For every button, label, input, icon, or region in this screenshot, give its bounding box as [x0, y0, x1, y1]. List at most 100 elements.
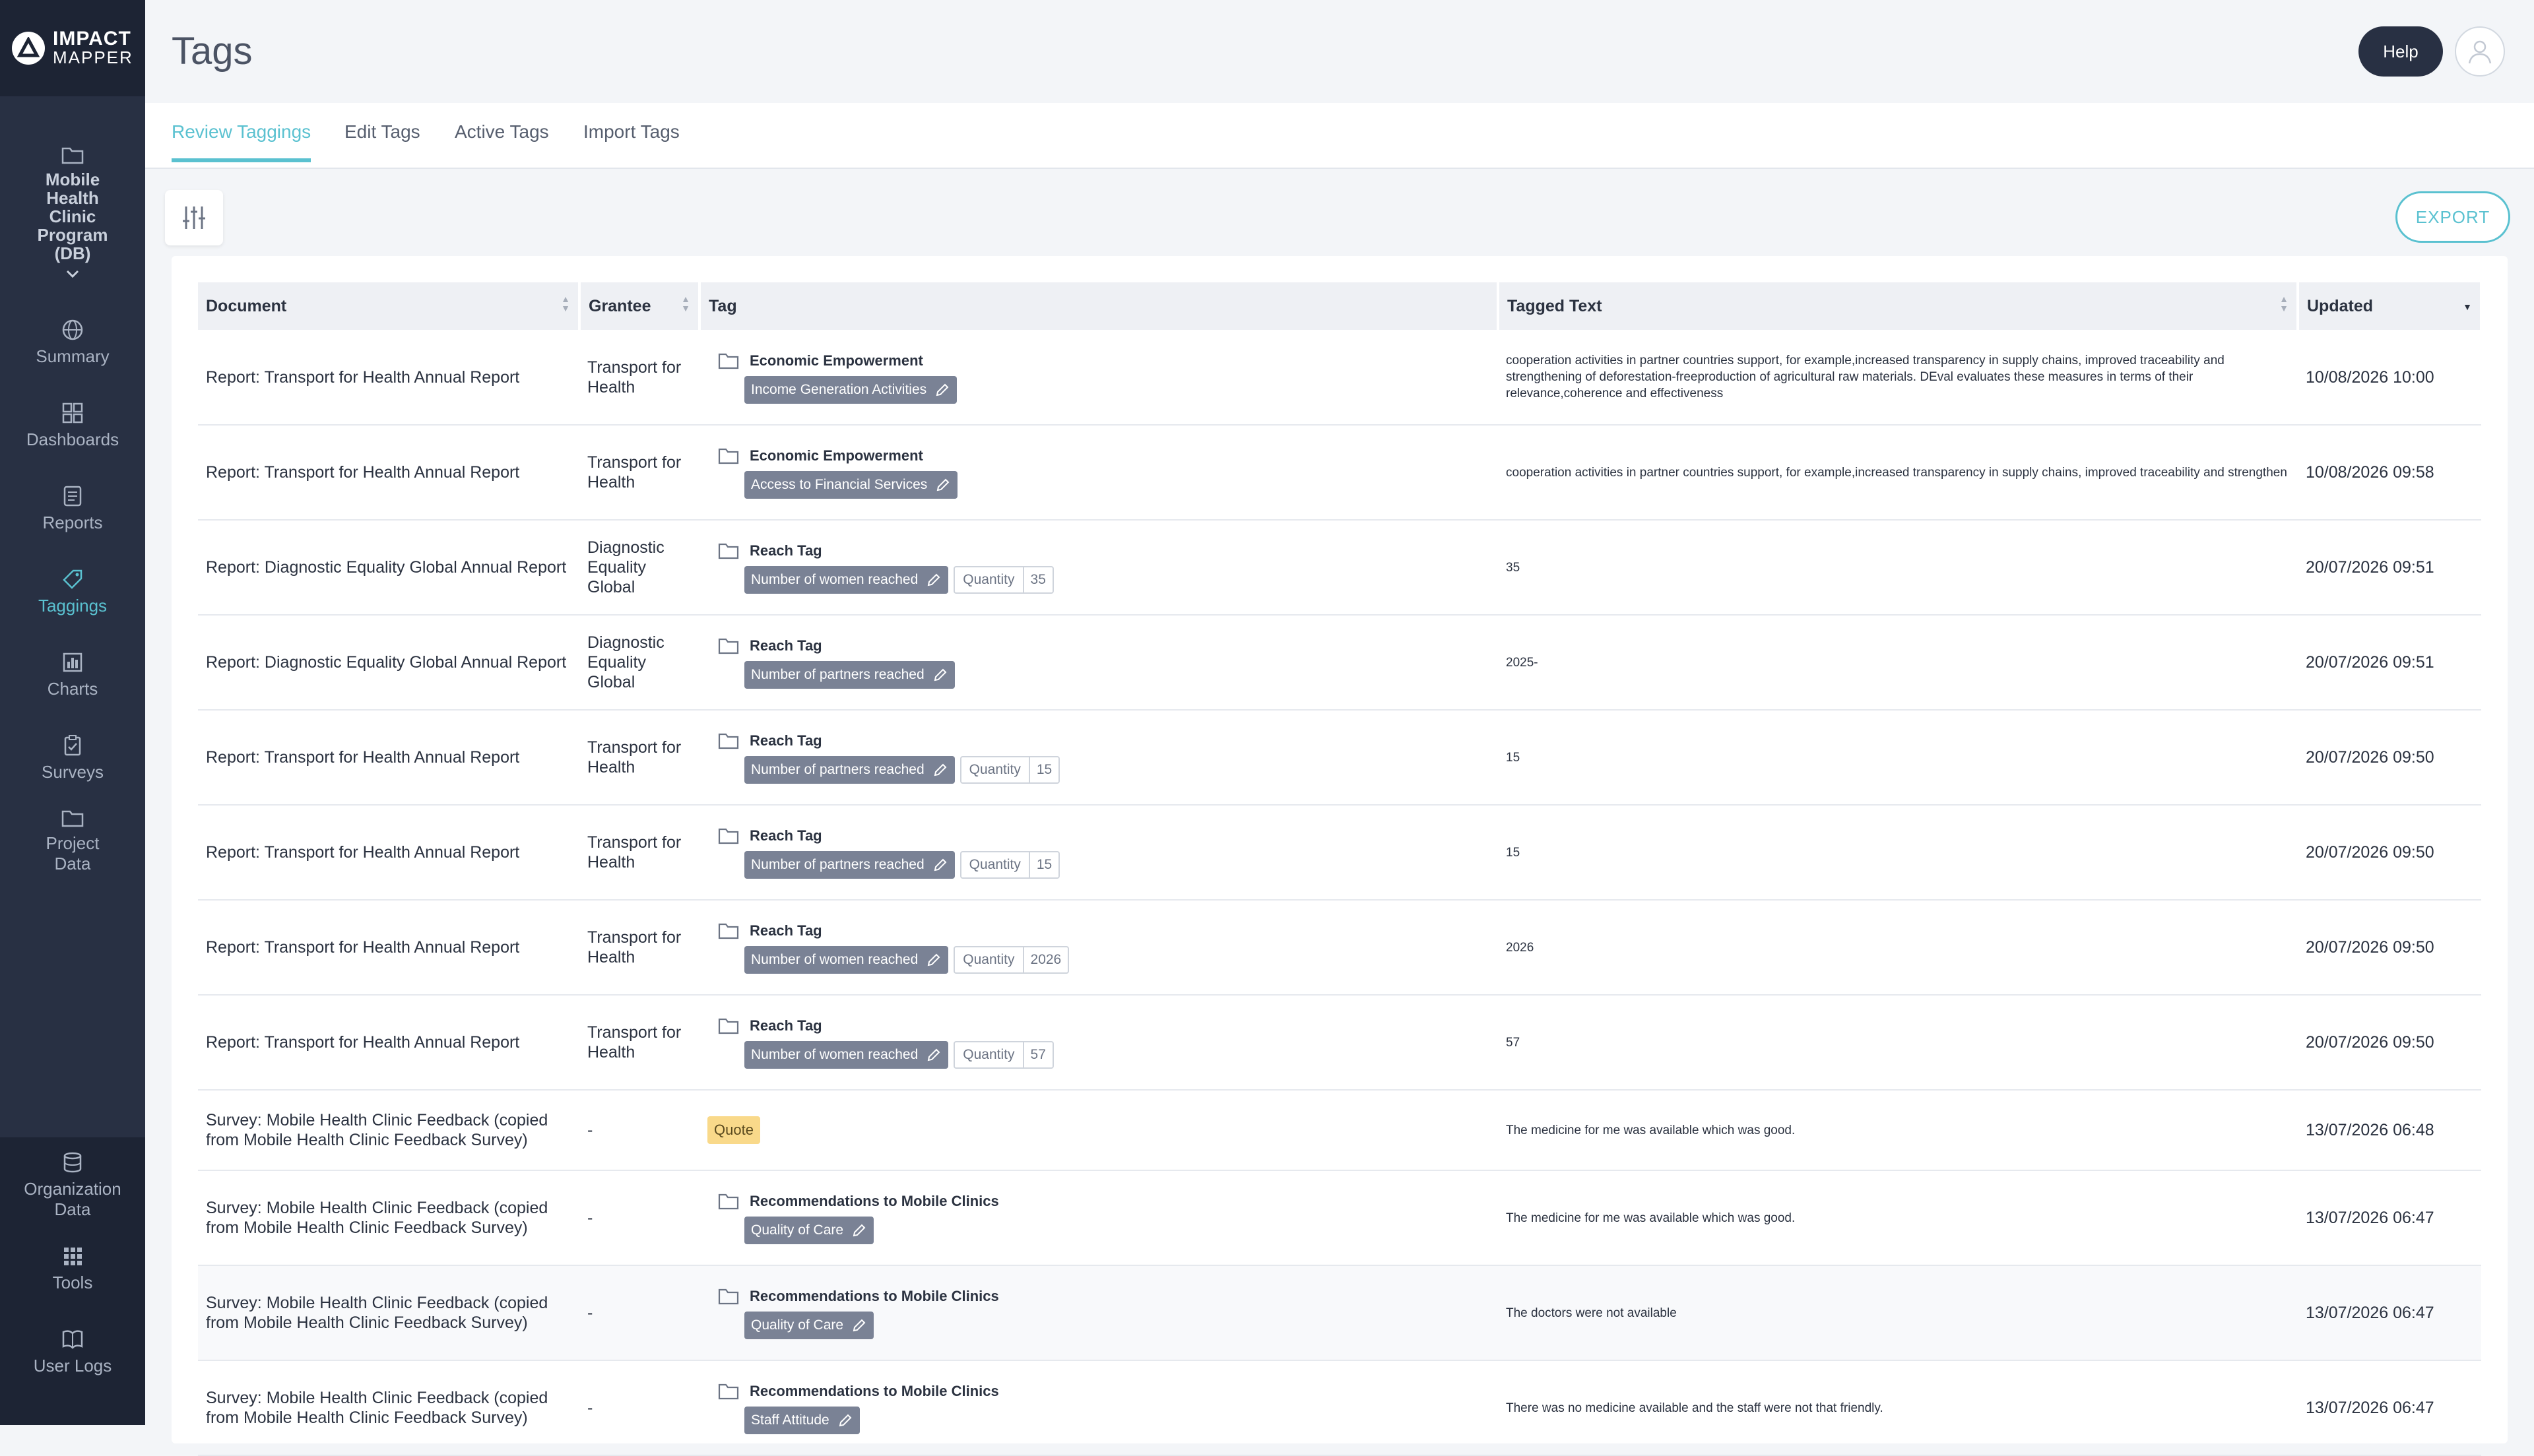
tag-chip[interactable]: Number of women reached: [744, 1041, 949, 1069]
folder-icon: [718, 733, 739, 749]
table-row[interactable]: Survey: Mobile Health Clinic Feedback (c…: [198, 1265, 2481, 1361]
cell-updated: 10/08/2026 09:58: [2298, 425, 2481, 521]
sidebar-item-label: Reports: [42, 512, 103, 532]
export-button[interactable]: EXPORT: [2395, 191, 2510, 243]
pencil-icon[interactable]: [934, 382, 950, 398]
table-row[interactable]: Survey: Mobile Health Clinic Feedback (c…: [198, 1360, 2481, 1456]
avatar[interactable]: [2455, 26, 2505, 77]
cell-tagged-text: The medicine for me was available which …: [1498, 1170, 2298, 1266]
cell-document[interactable]: Survey: Mobile Health Clinic Feedback (c…: [198, 1170, 579, 1266]
table-row[interactable]: Survey: Mobile Health Clinic Feedback (c…: [198, 1090, 2481, 1171]
tab-active-tags[interactable]: Active Tags: [455, 121, 549, 158]
folder-icon: [61, 147, 84, 164]
sidebar-item-reports[interactable]: Reports: [0, 467, 145, 550]
cell-document[interactable]: Survey: Mobile Health Clinic Feedback (c…: [198, 1360, 579, 1456]
table-row[interactable]: Report: Transport for Health Annual Repo…: [198, 330, 2481, 426]
cell-document[interactable]: Survey: Mobile Health Clinic Feedback (c…: [198, 1090, 579, 1171]
sidebar-item-tools[interactable]: Tools: [0, 1227, 145, 1310]
sidebar-item-summary[interactable]: Summary: [0, 301, 145, 384]
pencil-icon[interactable]: [837, 1412, 853, 1428]
column-header-updated[interactable]: Updated ▼: [2298, 282, 2483, 330]
sidebar-item-dashboards[interactable]: Dashboards: [0, 384, 145, 467]
table-row[interactable]: Report: Transport for Health Annual Repo…: [198, 900, 2481, 996]
pencil-icon[interactable]: [932, 762, 948, 778]
cell-grantee: -: [579, 1170, 699, 1266]
cell-document[interactable]: Report: Transport for Health Annual Repo…: [198, 900, 579, 996]
folder-icon: [718, 1288, 739, 1305]
folder-icon: [718, 448, 739, 464]
folder-icon: [718, 923, 739, 939]
folder-icon: [61, 810, 84, 827]
tag-chip[interactable]: Quality of Care: [744, 1217, 874, 1244]
tab-review-taggings[interactable]: Review Taggings: [172, 121, 311, 162]
table-row[interactable]: Report: Diagnostic Equality Global Annua…: [198, 615, 2481, 711]
table-row[interactable]: Report: Transport for Health Annual Repo…: [198, 425, 2481, 521]
globe-icon: [62, 319, 83, 340]
pencil-icon[interactable]: [851, 1317, 867, 1333]
sidebar-item-project-data[interactable]: Project Data: [0, 800, 145, 883]
pencil-icon[interactable]: [932, 857, 948, 873]
tag-chip[interactable]: Number of women reached: [744, 566, 949, 594]
tag-chip[interactable]: Access to Financial Services: [744, 471, 958, 499]
tag-group-name: Reach Tag: [750, 827, 822, 844]
filter-button[interactable]: [165, 190, 223, 245]
sidebar-item-surveys[interactable]: Surveys: [0, 716, 145, 800]
tag-chip[interactable]: Number of women reached: [744, 946, 949, 974]
cell-document[interactable]: Report: Transport for Health Annual Repo…: [198, 995, 579, 1091]
tag-chip[interactable]: Staff Attitude: [744, 1407, 860, 1434]
cell-document[interactable]: Report: Transport for Health Annual Repo…: [198, 330, 579, 426]
table-row[interactable]: Survey: Mobile Health Clinic Feedback (c…: [198, 1170, 2481, 1266]
quantity-value: 35: [1022, 567, 1053, 592]
tag-chip[interactable]: Number of partners reached: [744, 851, 955, 879]
tag-group: Reach Tag: [718, 1016, 1490, 1036]
column-header-tagged-text[interactable]: Tagged Text ▲ ▼: [1498, 282, 2299, 330]
taggings-table: Document ▲ ▼ Grantee ▲ ▼ Tag Tagged Text ▲ ▼ U…: [198, 282, 2483, 1456]
column-header-document[interactable]: Document ▲ ▼: [198, 282, 581, 330]
cell-grantee: Diagnostic Equality Global: [579, 520, 699, 616]
pencil-icon[interactable]: [851, 1222, 867, 1238]
table-row[interactable]: Report: Transport for Health Annual Repo…: [198, 710, 2481, 806]
cell-document[interactable]: Report: Transport for Health Annual Repo…: [198, 425, 579, 521]
pencil-icon[interactable]: [932, 667, 948, 683]
sidebar-item-charts[interactable]: Charts: [0, 633, 145, 716]
tag-group-name: Reach Tag: [750, 542, 822, 559]
column-header-grantee[interactable]: Grantee ▲ ▼: [579, 282, 701, 330]
logo[interactable]: IMPACT MAPPER: [0, 0, 145, 96]
cell-document[interactable]: Report: Transport for Health Annual Repo…: [198, 710, 579, 806]
cell-updated: 20/07/2026 09:50: [2298, 900, 2481, 996]
table-row[interactable]: Report: Diagnostic Equality Global Annua…: [198, 520, 2481, 616]
tag-chip[interactable]: Number of partners reached: [744, 756, 955, 784]
pencil-icon[interactable]: [926, 1047, 942, 1063]
quote-badge[interactable]: Quote: [707, 1116, 760, 1144]
pencil-icon[interactable]: [935, 477, 951, 493]
tab-edit-tags[interactable]: Edit Tags: [344, 121, 420, 158]
tag-chip[interactable]: Number of partners reached: [744, 661, 955, 689]
cell-document[interactable]: Report: Diagnostic Equality Global Annua…: [198, 520, 579, 616]
sidebar-item-organization-data[interactable]: Organization Data: [0, 1144, 145, 1227]
sidebar-item-user-logs[interactable]: User Logs: [0, 1310, 145, 1393]
tag-chip[interactable]: Income Generation Activities: [744, 375, 958, 404]
pencil-icon[interactable]: [926, 572, 942, 588]
sidebar-item-taggings[interactable]: Taggings: [0, 550, 145, 633]
cell-document[interactable]: Report: Transport for Health Annual Repo…: [198, 805, 579, 901]
tag-chip-label: Quality of Care: [751, 1222, 844, 1238]
cell-tagged-text: The medicine for me was available which …: [1498, 1090, 2298, 1171]
tag-chip[interactable]: Quality of Care: [744, 1312, 874, 1339]
column-label: Tagged Text: [1507, 296, 1602, 315]
tag-group-name: Economic Empowerment: [750, 447, 923, 464]
pencil-icon[interactable]: [926, 952, 942, 968]
header: Tags Help: [145, 0, 2534, 103]
tab-import-tags[interactable]: Import Tags: [583, 121, 680, 158]
cell-grantee: Diagnostic Equality Global: [579, 615, 699, 711]
cell-document[interactable]: Report: Diagnostic Equality Global Annua…: [198, 615, 579, 711]
folder-icon: [718, 1018, 739, 1034]
table-row[interactable]: Report: Transport for Health Annual Repo…: [198, 805, 2481, 901]
cell-tag: Reach Tag Number of partners reached: [699, 615, 1498, 711]
cell-tagged-text: The doctors were not available: [1498, 1265, 2298, 1361]
cell-updated: 13/07/2026 06:48: [2298, 1090, 2481, 1171]
program-selector[interactable]: Mobile Health Clinic Program (DB): [0, 96, 145, 301]
table-row[interactable]: Report: Transport for Health Annual Repo…: [198, 995, 2481, 1091]
help-button[interactable]: Help: [2358, 26, 2443, 77]
cell-document[interactable]: Survey: Mobile Health Clinic Feedback (c…: [198, 1265, 579, 1361]
tag-chip-label: Quality of Care: [751, 1317, 844, 1333]
